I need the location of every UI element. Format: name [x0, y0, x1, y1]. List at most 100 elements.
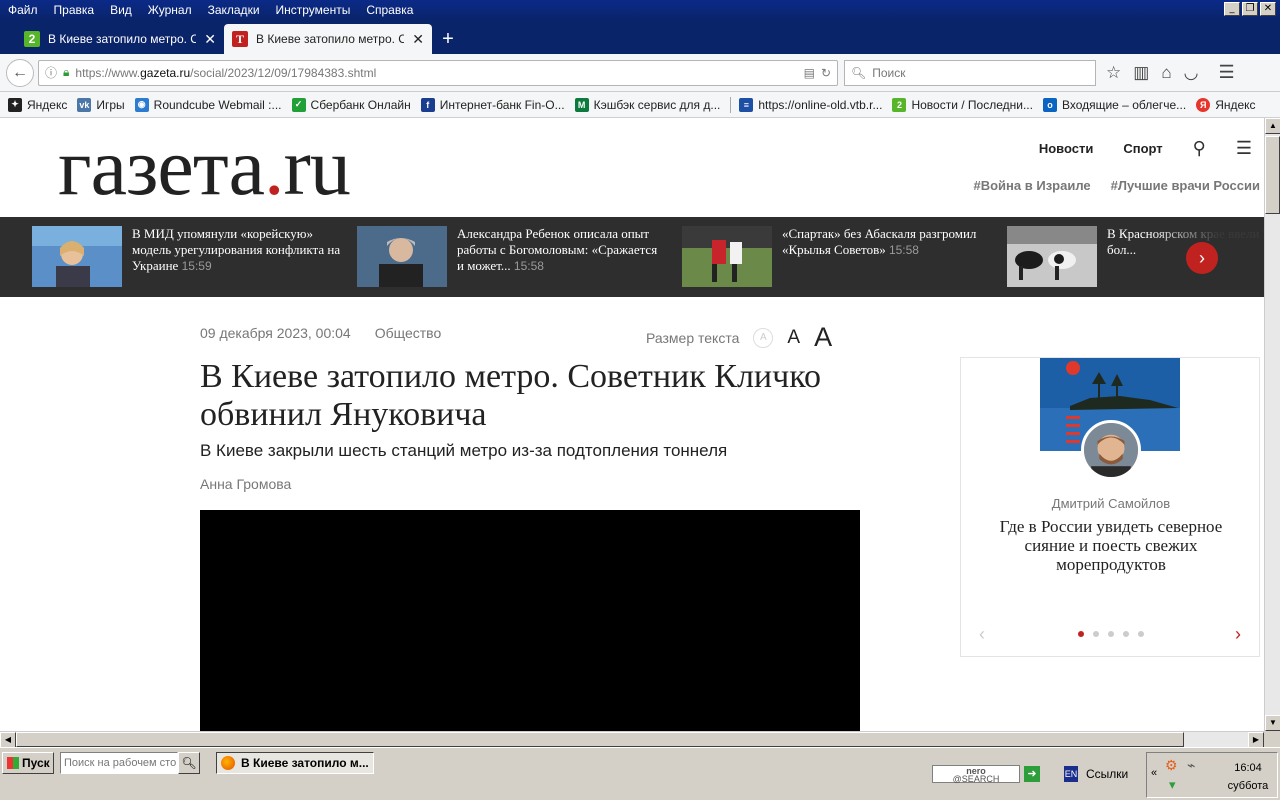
menu-help[interactable]: Справка [358, 3, 421, 17]
scroll-down-arrow[interactable]: ▼ [1265, 715, 1280, 731]
reader-view-icon[interactable]: ▤ [804, 66, 815, 80]
sberbank-icon: ✓ [291, 97, 306, 112]
scroll-left-arrow[interactable]: ◀ [0, 732, 16, 748]
bookmark-item[interactable]: M Кэшбэк сервис для д... [574, 97, 720, 112]
firefox-icon [221, 756, 235, 770]
sidebar-card[interactable]: Дмитрий Самойлов Где в России увидеть се… [960, 357, 1260, 657]
bookmark-item[interactable]: ✦ Яндекс [8, 97, 67, 112]
nav-sport[interactable]: Спорт [1123, 141, 1162, 156]
tray-network-icon[interactable]: ⌁ [1187, 757, 1195, 774]
taskbar-firefox-item[interactable]: В Киеве затопило м... [216, 752, 374, 774]
page-viewport: газета.ru Новости Спорт ⚲ ☰ #Война в Изр… [0, 118, 1264, 731]
green-2-icon: 2 [892, 97, 907, 112]
bookmark-item[interactable]: o Входящие – облегче... [1042, 97, 1186, 112]
tray-app-icon[interactable]: ⚙ [1165, 757, 1178, 774]
bookmark-separator [730, 96, 732, 113]
tab-2-active[interactable]: T В Киеве затопило метро. Со... ✕ [224, 24, 432, 54]
scroll-thumb[interactable] [16, 732, 1184, 747]
menu-history[interactable]: Журнал [140, 3, 200, 17]
desktop-search-input[interactable]: Поиск на рабочем сто [60, 752, 178, 774]
app-menu-icon[interactable]: ☰ [1218, 62, 1234, 83]
pocket-icon[interactable]: ◡ [1184, 63, 1199, 83]
tag-link[interactable]: #Лучшие врачи России [1111, 178, 1260, 193]
scroll-right-arrow[interactable]: ▶ [1248, 732, 1264, 748]
menu-edit[interactable]: Правка [46, 3, 103, 17]
library-icon[interactable]: ▥ [1133, 63, 1149, 83]
news-item[interactable]: Александра Ребенок описала опыт работы с… [357, 226, 667, 287]
search-icon[interactable]: ⚲ [1193, 138, 1206, 159]
tray-wifi-icon[interactable]: ▾ [1169, 777, 1176, 793]
site-logo[interactable]: газета.ru [58, 122, 351, 212]
menu-bookmarks[interactable]: Закладки [200, 3, 268, 17]
cashback-m-icon: M [574, 97, 589, 112]
video-player[interactable] [200, 510, 860, 731]
tab-strip: 2 В Киеве затопило метро. Со... ✕ T В Ки… [0, 20, 1280, 54]
home-icon[interactable]: ⌂ [1161, 63, 1171, 83]
minimize-button[interactable]: _ [1224, 2, 1240, 16]
carousel-dot[interactable] [1093, 631, 1099, 637]
text-size-large-button[interactable]: A [814, 322, 832, 353]
bookmark-item[interactable]: ≡ https://online-old.vtb.r... [739, 97, 882, 112]
bookmark-item[interactable]: 2 Новости / Последни... [892, 97, 1033, 112]
carousel-dot[interactable] [1108, 631, 1114, 637]
tray-expand-icon[interactable]: « [1151, 767, 1157, 779]
strip-next-button[interactable]: › [1186, 242, 1218, 274]
close-window-button[interactable]: ✕ [1260, 2, 1276, 16]
scroll-thumb[interactable] [1265, 136, 1280, 214]
bookmark-item[interactable]: f Интернет-банк Fin-O... [420, 97, 565, 112]
news-time: 15:59 [181, 259, 212, 273]
tag-link[interactable]: #Война в Израиле [974, 178, 1091, 193]
info-icon[interactable]: ⓘ [45, 64, 57, 81]
taskbar: Пуск Поиск на рабочем сто 🔍︎ В Киеве зат… [0, 747, 1280, 800]
author-avatar [1081, 420, 1141, 480]
menu-file[interactable]: Файл [0, 3, 46, 17]
chevron-left-icon[interactable]: ‹ [979, 624, 985, 645]
tab-1[interactable]: 2 В Киеве затопило метро. Со... ✕ [16, 24, 224, 54]
close-tab-icon[interactable]: ✕ [412, 31, 424, 48]
text-size-medium-button[interactable]: A [787, 327, 800, 349]
scroll-up-arrow[interactable]: ▲ [1265, 118, 1280, 134]
bookmark-item[interactable]: ✓ Сбербанк Онлайн [291, 97, 411, 112]
article-author[interactable]: Анна Громова [200, 476, 291, 492]
address-bar[interactable]: ⓘ 🔒︎ https://www.gazeta.ru/social/2023/1… [38, 59, 838, 86]
language-indicator[interactable]: EN [1064, 766, 1078, 782]
vertical-scrollbar[interactable]: ▲ ▼ [1264, 118, 1280, 731]
close-tab-icon[interactable]: ✕ [204, 31, 216, 48]
go-arrow-icon[interactable]: ➜ [1024, 766, 1040, 782]
nero-search-box[interactable]: nero @SEARCH [932, 765, 1020, 784]
chevron-right-icon[interactable]: › [1235, 624, 1241, 645]
carousel-dot[interactable] [1078, 631, 1084, 637]
search-box[interactable]: 🔍︎ Поиск [844, 59, 1096, 86]
search-placeholder: Поиск [872, 65, 906, 80]
menu-tools[interactable]: Инструменты [268, 3, 359, 17]
tab-title: В Киеве затопило метро. Со... [256, 32, 405, 46]
news-thumbnail [32, 226, 122, 287]
restore-button[interactable]: ❐ [1242, 2, 1258, 16]
news-item[interactable]: «Спартак» без Абаскаля разгромил «Крылья… [682, 226, 992, 287]
links-toolbar[interactable]: Ссылки [1086, 767, 1128, 781]
yandex-y-icon: Я [1196, 97, 1211, 112]
start-button[interactable]: Пуск [2, 752, 54, 774]
article-rubric[interactable]: Общество [375, 325, 442, 341]
url-text[interactable]: https://www.gazeta.ru/social/2023/12/09/… [75, 66, 797, 80]
horizontal-scrollbar[interactable]: ◀ ▶ [0, 731, 1264, 748]
menu-icon[interactable]: ☰ [1236, 138, 1252, 159]
search-icon[interactable]: 🔍︎ [178, 752, 200, 774]
article-meta: 09 декабря 2023, 00:04 Общество [200, 325, 441, 341]
reload-icon[interactable]: ↻ [821, 66, 831, 80]
news-item[interactable]: В МИД упомянули «корейскую» модель урегу… [32, 226, 342, 287]
bookmark-item[interactable]: ◉ Roundcube Webmail :... [134, 97, 282, 112]
scroll-corner [1264, 731, 1280, 747]
new-tab-button[interactable]: + [432, 24, 464, 54]
bookmark-item[interactable]: vk Игры [77, 97, 125, 112]
clock[interactable]: 16:04 суббота [1223, 759, 1273, 795]
back-button[interactable]: ← [6, 58, 34, 87]
card-title[interactable]: Где в России увидеть северное сияние и п… [981, 517, 1241, 574]
text-size-small-button[interactable]: A [753, 327, 774, 348]
bookmark-star-icon[interactable]: ☆ [1106, 63, 1121, 83]
carousel-dot[interactable] [1123, 631, 1129, 637]
bookmark-item[interactable]: Я Яндекс [1196, 97, 1256, 112]
carousel-dot[interactable] [1138, 631, 1144, 637]
nav-news[interactable]: Новости [1039, 141, 1094, 156]
menu-view[interactable]: Вид [102, 3, 140, 17]
